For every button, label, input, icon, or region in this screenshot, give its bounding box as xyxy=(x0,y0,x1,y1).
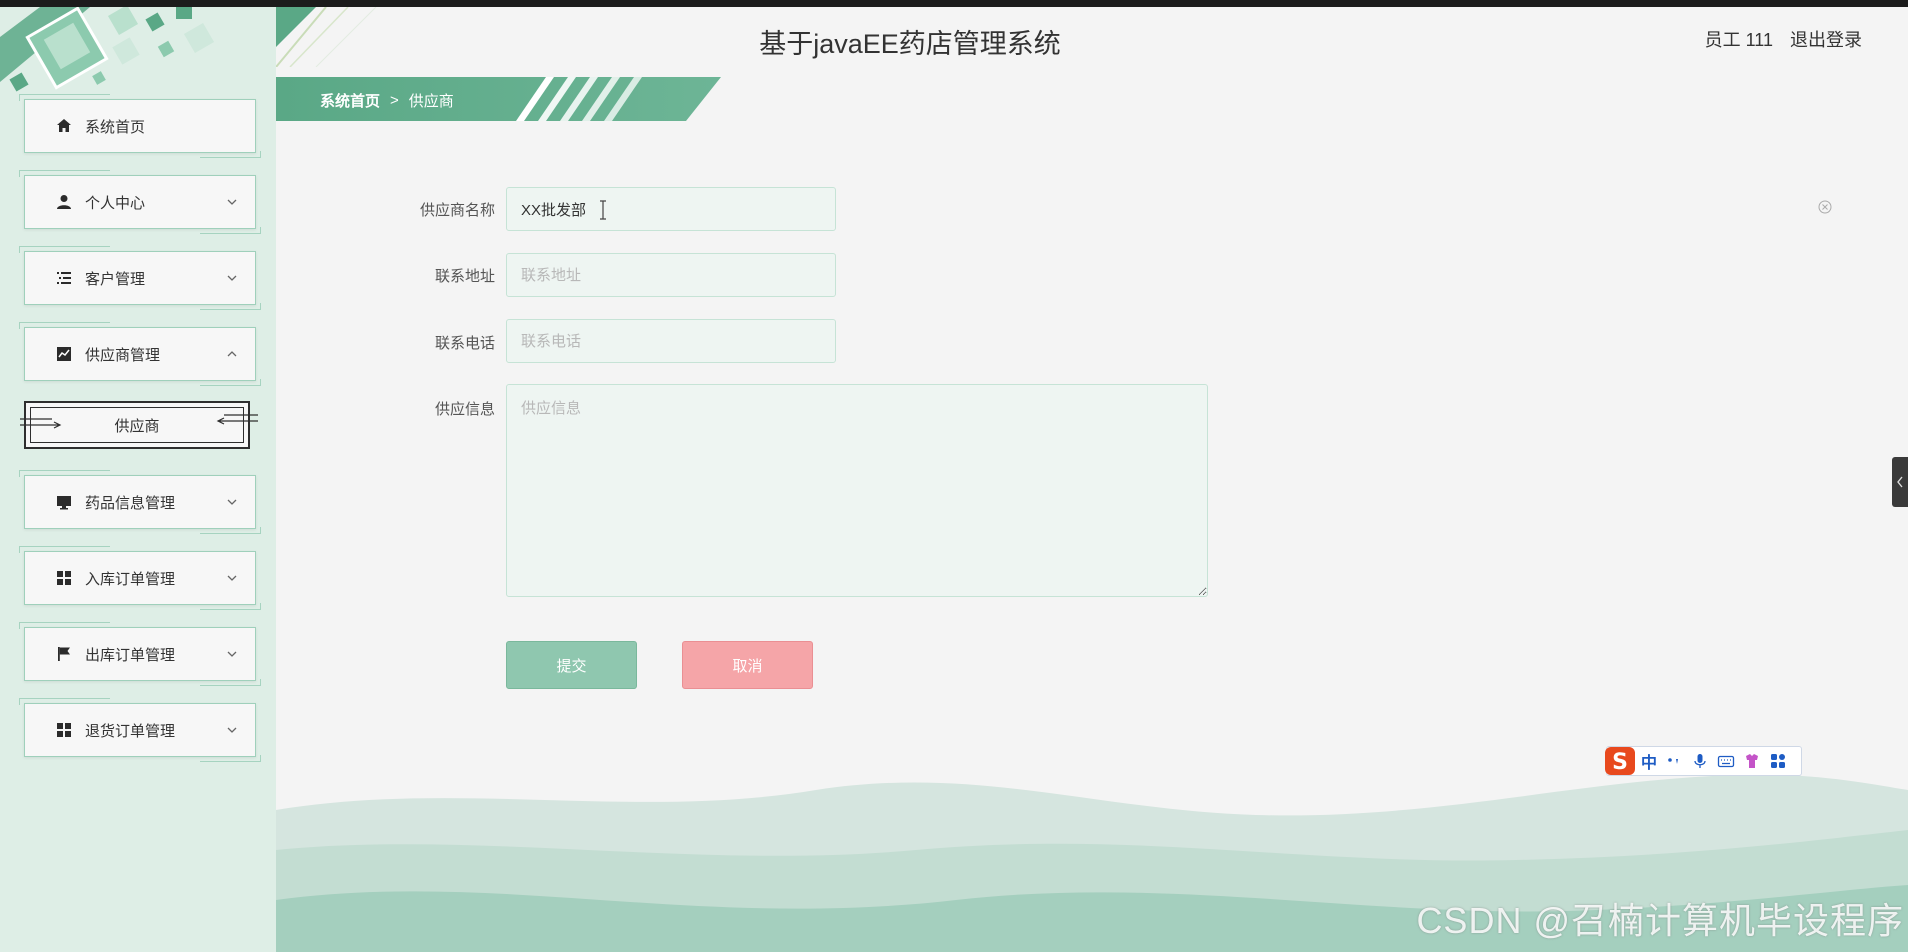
supplier-name-label: 供应商名称 xyxy=(419,202,495,219)
sidebar-subitem-supplier[interactable]: 供应商 xyxy=(20,401,258,449)
arrow-right-icon xyxy=(20,418,62,429)
breadcrumb-home[interactable]: 系统首页 xyxy=(320,90,380,111)
supply-info-textarea[interactable] xyxy=(506,384,1208,597)
close-circle-icon[interactable] xyxy=(1818,200,1832,214)
chevron-down-icon xyxy=(227,275,237,281)
chevron-down-icon xyxy=(227,575,237,581)
chevron-down-icon xyxy=(227,651,237,657)
sidebar-item-profile[interactable]: 个人中心 xyxy=(19,170,261,234)
chevron-left-icon xyxy=(1897,476,1903,488)
address-label: 联系地址 xyxy=(434,268,495,285)
breadcrumb-current: 供应商 xyxy=(408,93,454,110)
phone-input[interactable] xyxy=(506,319,836,363)
address-input[interactable] xyxy=(506,253,836,297)
window-top-strip xyxy=(0,0,1908,7)
supplier-name-input[interactable] xyxy=(506,187,836,231)
sidebar-item-return-orders[interactable]: 退货订单管理 xyxy=(19,698,261,762)
monitor-icon xyxy=(57,496,71,510)
sidebar-item-inbound-orders[interactable]: 入库订单管理 xyxy=(19,546,261,610)
keyboard-icon[interactable] xyxy=(1717,752,1735,770)
sidebar-item-label: 系统首页 xyxy=(85,118,146,136)
phone-label: 联系电话 xyxy=(434,335,495,352)
sidebar-item-label: 药品信息管理 xyxy=(85,494,176,512)
chevron-down-icon xyxy=(227,499,237,505)
username: 员工 111 xyxy=(1704,30,1773,50)
ime-toolbar: S 中 xyxy=(1603,745,1802,777)
sidebar-item-label: 供应商管理 xyxy=(85,346,161,364)
sidebar-item-label: 个人中心 xyxy=(85,194,146,212)
sidebar-item-outbound-orders[interactable]: 出库订单管理 xyxy=(19,622,261,686)
sidebar-item-label: 出库订单管理 xyxy=(85,646,176,664)
chart-icon xyxy=(57,347,71,361)
grid-icon xyxy=(57,571,71,585)
grid-icon xyxy=(57,723,71,737)
user-icon xyxy=(57,195,71,209)
sogou-logo-icon[interactable]: S xyxy=(1603,745,1637,777)
submit-button[interactable]: 提交 xyxy=(506,641,637,689)
chevron-down-icon xyxy=(227,727,237,733)
sidebar-item-label: 退货订单管理 xyxy=(85,722,176,740)
list-icon xyxy=(57,272,71,284)
sidebar-item-label: 客户管理 xyxy=(85,270,146,288)
flag-icon xyxy=(58,647,70,661)
sidebar-decoration xyxy=(0,7,276,107)
logout-link[interactable]: 退出登录 xyxy=(1790,30,1862,50)
sidebar-item-drugs[interactable]: 药品信息管理 xyxy=(19,470,261,534)
chevron-up-icon xyxy=(227,351,237,357)
user-menu: 员工 111 退出登录 xyxy=(1693,26,1862,52)
supply-info-label: 供应信息 xyxy=(434,401,495,418)
page-title: 基于javaEE药店管理系统 xyxy=(759,29,1061,59)
home-icon xyxy=(57,119,71,132)
skin-icon[interactable] xyxy=(1743,752,1761,770)
watermark: CSDN @召楠计算机毕设程序 xyxy=(1416,900,1904,941)
chevron-down-icon xyxy=(227,199,237,205)
sidebar-item-home[interactable]: 系统首页 xyxy=(19,94,261,158)
sidebar-item-label: 入库订单管理 xyxy=(85,570,176,588)
punctuation-icon[interactable] xyxy=(1665,752,1683,770)
breadcrumb: 系统首页 > 供应商 xyxy=(320,90,454,111)
breadcrumb-separator: > xyxy=(390,92,399,109)
arrow-left-icon xyxy=(216,414,258,425)
text-cursor-icon xyxy=(600,200,606,220)
svg-text:S: S xyxy=(1612,750,1628,775)
sidebar-item-suppliers[interactable]: 供应商管理 xyxy=(19,322,261,386)
sidebar: 系统首页 个人中心 客户管理 供应商管理 供应商 药品信息管理 入库订单管理 出… xyxy=(0,7,276,952)
microphone-icon[interactable] xyxy=(1691,752,1709,770)
ime-mode-toggle[interactable]: 中 xyxy=(1641,749,1657,773)
side-drawer-toggle[interactable] xyxy=(1892,457,1908,507)
sidebar-item-customers[interactable]: 客户管理 xyxy=(19,246,261,310)
header-decoration xyxy=(276,7,377,67)
toolbox-icon[interactable] xyxy=(1769,752,1787,770)
cancel-button[interactable]: 取消 xyxy=(682,641,813,689)
sidebar-subitem-label: 供应商 xyxy=(114,417,160,435)
